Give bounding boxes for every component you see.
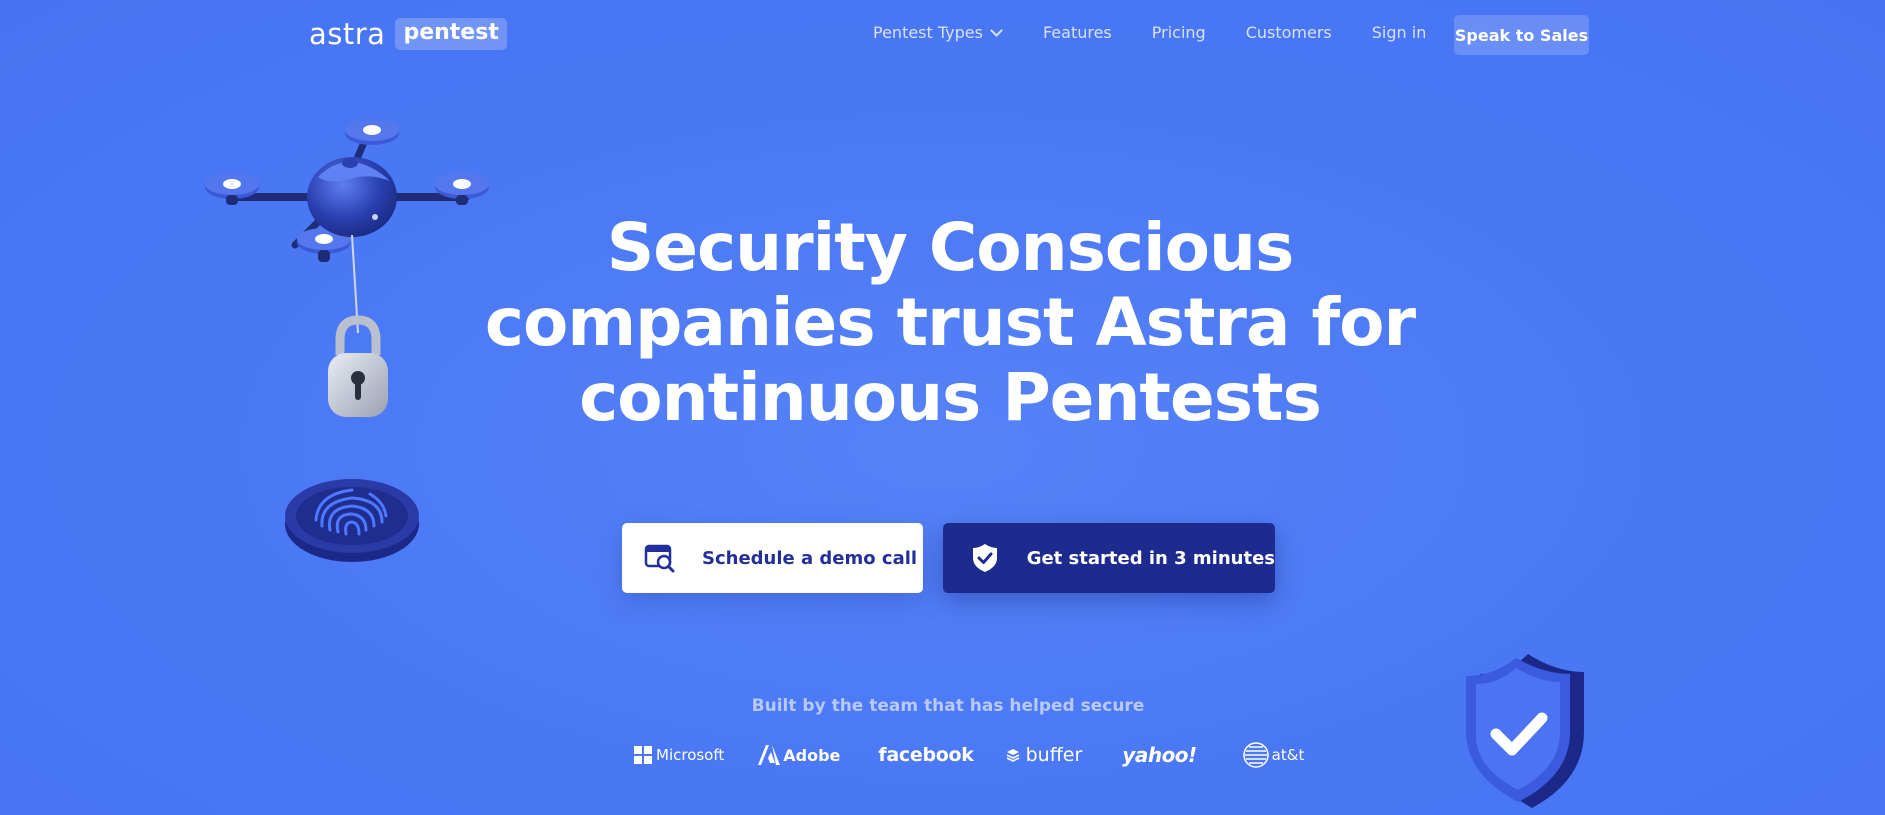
nav-item-pricing[interactable]: Pricing: [1152, 22, 1206, 44]
headline-line: companies trust Astra for: [484, 284, 1416, 361]
nav-item-customers[interactable]: Customers: [1246, 22, 1332, 44]
brand-name: astra: [309, 16, 386, 51]
brand-label: facebook: [878, 744, 974, 766]
buffer-logo: buffer: [1006, 744, 1083, 766]
top-nav: astra pentest Pentest Types Features Pri…: [0, 0, 1885, 70]
att-logo: at&t: [1242, 742, 1305, 768]
brand-product-badge: pentest: [395, 17, 507, 51]
speak-to-sales-button[interactable]: Speak to Sales: [1454, 15, 1589, 55]
nav-links: Pentest Types Features Pricing Customers…: [873, 22, 1426, 44]
shield-check-icon: [971, 543, 999, 573]
landing-page: astra pentest Pentest Types Features Pri…: [0, 0, 1885, 815]
hero-headline: Security Conscious companies trust Astra…: [480, 210, 1420, 435]
adobe-mark-icon: [758, 745, 781, 765]
brand-label: at&t: [1271, 746, 1305, 764]
headline-line: Security Conscious: [606, 209, 1295, 286]
nav-item-features[interactable]: Features: [1043, 22, 1112, 44]
customer-logos: Microsoft Adobe facebook buffer yahoo! a…: [634, 742, 1304, 768]
brand-label: yahoo!: [1122, 743, 1197, 767]
facebook-logo: facebook: [878, 744, 973, 766]
microsoft-logo: Microsoft: [634, 746, 724, 764]
chevron-down-icon: [990, 24, 1003, 37]
schedule-demo-label: Schedule a demo call: [702, 547, 918, 569]
brand-label: buffer: [1025, 744, 1083, 766]
trust-caption: Built by the team that has helped secure: [751, 696, 1145, 716]
shield-check-icon: [1466, 654, 1584, 808]
microsoft-grid-icon: [634, 746, 652, 764]
calendar-search-icon: [644, 542, 676, 574]
get-started-label: Get started in 3 minutes: [1026, 547, 1275, 569]
nav-item-pentest-types[interactable]: Pentest Types: [873, 22, 1003, 44]
brand-logo[interactable]: astra pentest: [309, 16, 507, 52]
brand-label: Adobe: [783, 745, 841, 765]
headline-line: continuous Pentests: [579, 359, 1322, 436]
nav-item-label: Pentest Types: [873, 23, 983, 42]
yahoo-logo: yahoo!: [1122, 743, 1197, 767]
schedule-demo-button[interactable]: Schedule a demo call: [622, 523, 923, 593]
drone-icon: [205, 119, 489, 417]
adobe-logo: Adobe: [758, 744, 840, 766]
nav-item-sign-in[interactable]: Sign in: [1372, 22, 1427, 44]
att-globe-icon: [1242, 742, 1269, 768]
get-started-button[interactable]: Get started in 3 minutes: [943, 523, 1275, 593]
fingerprint-icon: [285, 479, 419, 562]
buffer-stack-icon: [1006, 749, 1019, 762]
brand-label: Microsoft: [656, 746, 725, 764]
